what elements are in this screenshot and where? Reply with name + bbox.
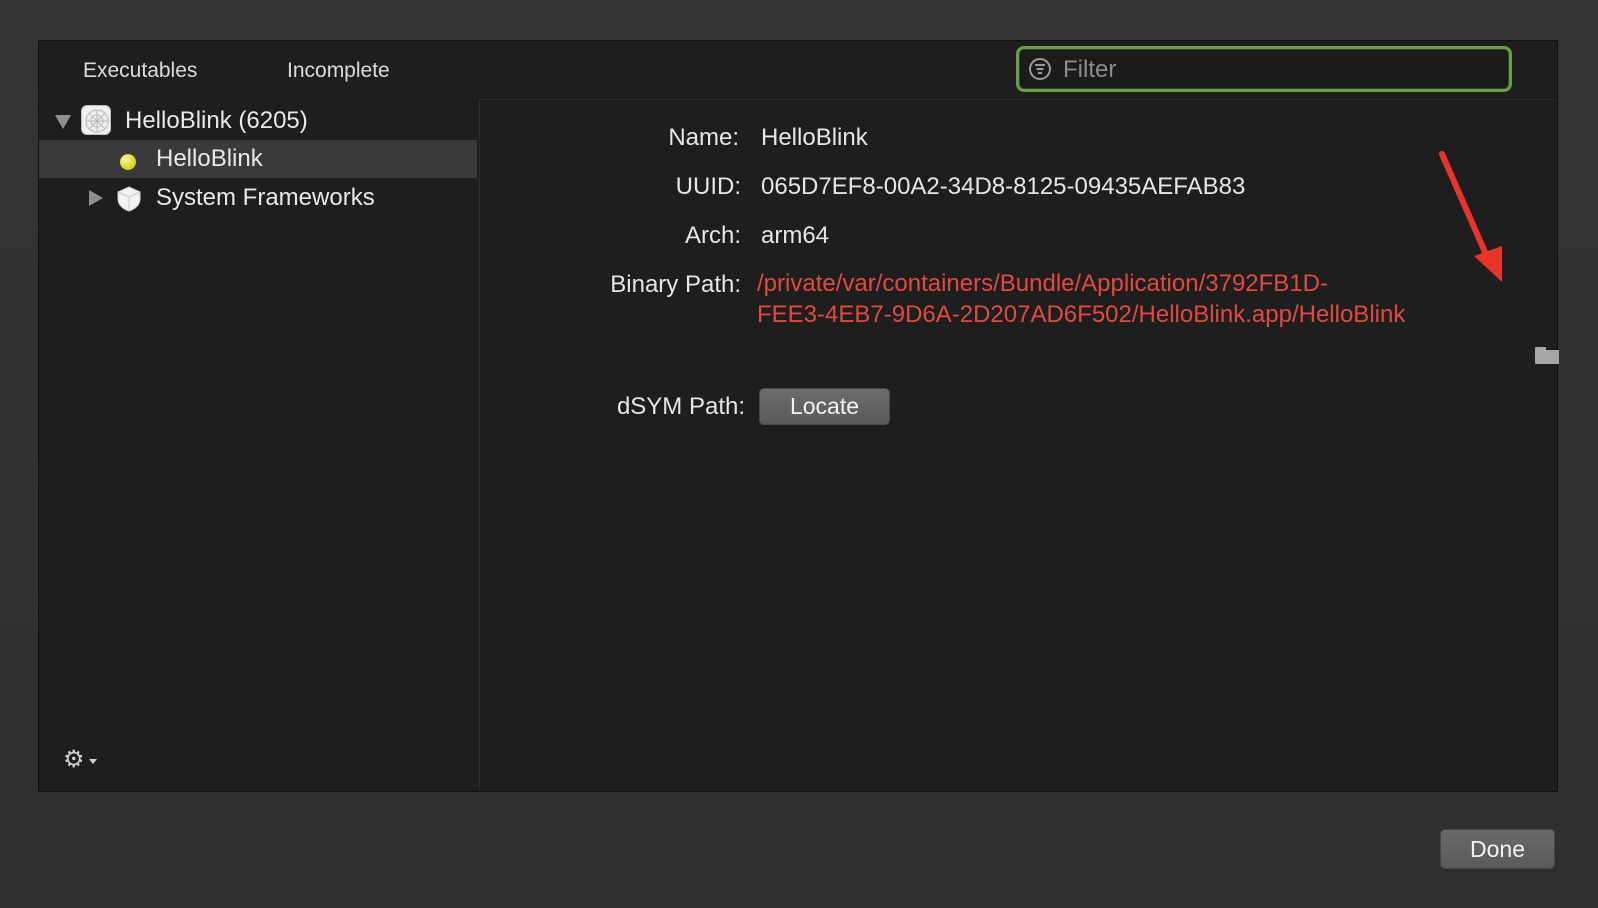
app-icon	[81, 105, 111, 135]
done-button[interactable]: Done	[1440, 829, 1555, 869]
uuid-label: UUID:	[675, 173, 741, 200]
uuid-value: 065D7EF8-00A2-34D8-8125-09435AEFAB83	[761, 173, 1246, 200]
red-arrow-annotation	[1439, 151, 1502, 282]
tree-item-helloblink-label: HelloBlink	[156, 145, 263, 172]
filter-icon	[1029, 58, 1051, 80]
dsym-path-label: dSYM Path:	[616, 393, 745, 420]
name-label: Name:	[668, 124, 739, 151]
tree-item-helloblink[interactable]: HelloBlink	[39, 140, 477, 178]
binary-path-line-1: /private/var/containers/Bundle/Applicati…	[757, 270, 1328, 297]
yellow-dot-icon	[120, 154, 136, 170]
filter-field[interactable]	[1016, 46, 1512, 92]
detail-pane: Name: HelloBlink UUID: 065D7EF8-00A2-34D…	[479, 99, 1559, 791]
tab-incomplete[interactable]: Incomplete	[287, 59, 390, 83]
binary-path-value: /private/var/containers/Bundle/Applicati…	[757, 268, 1517, 330]
binary-path-line-2: FEE3-4EB7-9D6A-2D207AD6F502/HelloBlink.a…	[757, 301, 1406, 328]
arch-value: arm64	[761, 222, 830, 249]
locate-button[interactable]: Locate	[759, 388, 890, 425]
disclosure-triangle-icon[interactable]	[89, 190, 103, 206]
toolbar: Executables Incomplete	[39, 41, 1557, 100]
tab-executables[interactable]: Executables	[83, 59, 197, 83]
framework-shield-icon	[115, 185, 143, 213]
gear-icon[interactable]: ⚙	[63, 745, 85, 774]
disclosure-triangle-icon[interactable]	[55, 115, 71, 129]
symbols-window: Executables Incomplete Filter HelloBlink…	[0, 0, 1598, 908]
filter-input[interactable]	[1061, 53, 1485, 87]
folder-icon[interactable]	[1535, 347, 1559, 364]
sidebar: HelloBlink (6205) HelloBlink System Fram…	[39, 99, 480, 791]
tree-item-root[interactable]: HelloBlink (6205)	[39, 101, 477, 139]
chevron-down-icon[interactable]	[89, 759, 97, 764]
tree-item-root-label: HelloBlink (6205)	[125, 107, 308, 134]
arch-label: Arch:	[684, 222, 741, 249]
main-panel: Executables Incomplete Filter HelloBlink…	[38, 40, 1559, 792]
name-value: HelloBlink	[761, 124, 868, 151]
tree-item-system-frameworks-label: System Frameworks	[156, 184, 375, 211]
binary-path-label: Binary Path:	[610, 271, 741, 298]
tree-item-system-frameworks[interactable]: System Frameworks	[39, 179, 477, 217]
